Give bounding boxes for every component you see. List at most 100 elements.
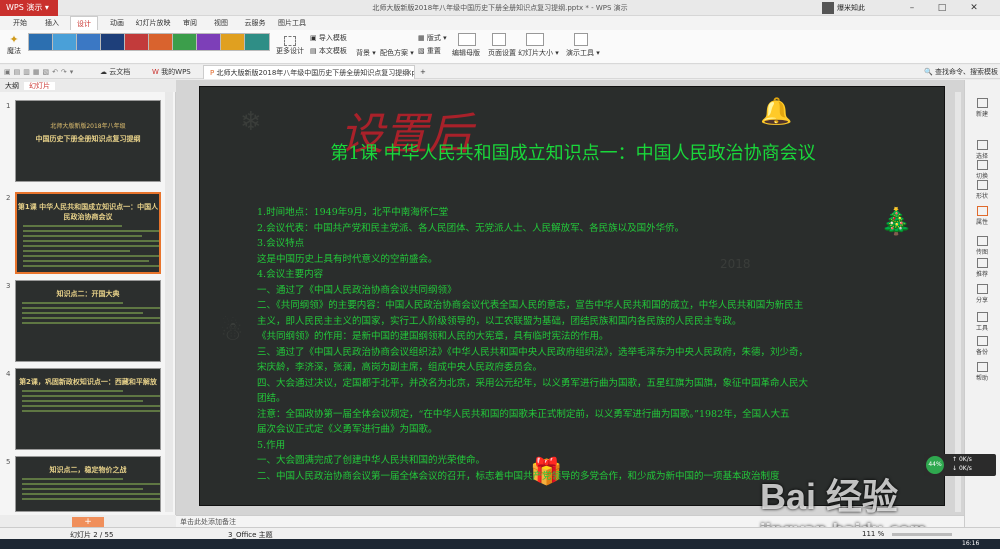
tool-label: 分享 [975,297,988,304]
right-tool-6[interactable]: 传图 [968,236,996,256]
maximize-icon[interactable]: □ [930,0,954,16]
panel-tabs: 大纲 幻灯片 [0,80,176,92]
slide-thumbnail[interactable]: 第1课 中华人民共和国成立知识点一：中国人民政治协商会议 [15,192,161,274]
tab-6[interactable]: 审阅 [176,16,204,30]
avatar [822,2,834,14]
clock: 16:16 [962,540,980,547]
right-tool-7[interactable]: 推荐 [968,258,996,278]
reset-button[interactable]: ▧ 重置 [418,46,441,56]
tool-icon [976,236,988,246]
slide-thumbnail[interactable]: 知识点二，稳定物价之战 [15,456,161,512]
slide-size-button[interactable]: 幻灯片大小 ▾ [518,48,559,58]
tab-5[interactable]: 幻灯片放映 [134,16,172,30]
tool-label: 工具 [975,325,988,332]
tab-2[interactable]: 插入 [38,16,66,30]
new-tab-button[interactable]: + [420,65,426,79]
body-line: 二、《共同纲领》的主要内容：中国人民政治协商会议代表全国人民的意志，宣告中华人民… [257,300,804,311]
edit-master-button[interactable]: 编辑母版 [452,48,480,58]
magic-button[interactable]: ✦ 魔法 [6,34,22,56]
background-button[interactable]: 背景 ▾ [356,48,376,58]
right-tool-1[interactable]: 新建 [968,98,996,118]
design-theme-thumbnail[interactable] [28,33,54,51]
cloud-docs-tab[interactable]: ☁ 云文档 [100,65,130,79]
edit-master-icon [458,33,476,46]
window-title: 北师大版新版2018年八年级中国历史下册全册知识点复习提纲.pptx * - W… [372,4,628,12]
right-tool-9[interactable]: 工具 [968,312,996,332]
tab-9[interactable]: 图片工具 [276,16,308,30]
thumbnail-text-line [23,225,123,227]
add-slide-button[interactable]: + [72,517,104,527]
cloud-label: 云文档 [109,68,131,76]
slides-tab[interactable]: 幻灯片 [24,82,55,90]
thumbnail-text-line [22,395,160,397]
right-tool-5[interactable]: 属性 [968,206,996,226]
design-theme-thumbnail[interactable] [148,33,174,51]
tab-7[interactable]: 视图 [208,16,234,30]
tool-icon [976,98,988,108]
design-theme-thumbnail[interactable] [52,33,78,51]
text-template-button[interactable]: ▤ 本文模板 [310,46,347,56]
document-tab[interactable]: P 北师大版新版2018年八年级中国历史下册全册知识点复习提纲.pptx [203,65,415,79]
zoom-level[interactable]: 111 % [862,530,884,538]
tab-3[interactable]: 设计 [70,16,98,30]
design-theme-thumbnail[interactable] [76,33,102,51]
thumbnail-title: 知识点二，稳定物价之战 [49,466,127,474]
tab-4[interactable]: 动画 [104,16,130,30]
close-doc-tab-icon[interactable]: ✕ [406,66,412,80]
design-theme-thumbnail[interactable] [244,33,270,51]
slide-thumbnail[interactable]: 知识点二：开国大典 [15,280,161,362]
wps-app-menu-button[interactable]: WPS 演示 ▾ [0,0,58,16]
design-theme-thumbnail[interactable] [100,33,126,51]
pptx-icon: P [210,69,215,77]
design-theme-thumbnail[interactable] [220,33,246,51]
tool-label: 属性 [975,219,988,226]
layout-button[interactable]: ▦ 版式 ▾ [418,33,447,43]
snowflake-decoration-icon: ❄ [240,107,262,137]
text-template-label: 本文模板 [318,47,347,55]
canvas-scrollbar[interactable] [955,92,961,512]
presentation-tools-label: 演示工具 [566,49,594,57]
more-design-button[interactable]: 更多设计 [276,36,304,56]
thumbnail-text-line [23,255,159,257]
presentation-tools-button[interactable]: 演示工具 ▾ [566,48,600,58]
body-line: 四、大会通过决议，定国都于北平，并改名为北京，采用公元纪年，以义勇军进行曲为国歌… [257,377,809,389]
design-theme-thumbnail[interactable] [172,33,198,51]
tool-icon [976,336,988,346]
slide-body-text[interactable]: 1.时间地点：1949年9月，北平中南海怀仁堂 2.会议代表：中国共产党和民主党派… [257,205,919,484]
close-icon[interactable]: ✕ [962,0,986,16]
document-tab-label: 北师大版新版2018年八年级中国历史下册全册知识点复习提纲.pptx [216,69,415,77]
command-search-input[interactable]: 🔍 查找命令、搜索模板 [924,65,1000,79]
tool-label: 新建 [975,111,988,118]
thumbnail-subtitle: 中国历史下册全册知识点复习提纲 [35,135,141,143]
tab-8[interactable]: 云服务 [238,16,272,30]
right-tool-10[interactable]: 备份 [968,336,996,356]
upload-speed: ↑ 0K/s [952,456,972,463]
import-template-button[interactable]: ▣ 导入模板 [310,33,347,43]
color-scheme-button[interactable]: 配色方案 ▾ [380,48,414,58]
right-tool-2[interactable]: 选择 [968,140,996,160]
zoom-slider[interactable] [892,533,952,536]
outline-tab[interactable]: 大纲 [0,82,24,90]
slide[interactable]: ❄ 🔔 🎄 ☃ 🎁 2018 设置后 第1课 中华人民共和国成立知识点一：中国人… [199,86,945,506]
slide-thumbnail[interactable]: 北师大版新版2018年八年级 中国历史下册全册知识点复习提纲 [15,100,161,182]
design-theme-thumbnail[interactable] [196,33,222,51]
tool-icon [976,206,988,216]
search-placeholder: 查找命令、搜索模板 [934,68,998,76]
thumbnail-scrollbar[interactable] [165,92,173,512]
right-tool-8[interactable]: 分享 [968,284,996,304]
slide-thumbnail[interactable]: 第2课，巩固新政权知识点一：西藏和平解放 [15,368,161,450]
thumbnail-text-line [22,483,160,485]
quick-access-icons[interactable]: ▣▤▥▦▧↶↷▾ [4,65,76,79]
user-account[interactable]: 爆米知此 [822,1,882,15]
page-setup-button[interactable]: 页面设置 [488,48,516,58]
tab-1[interactable]: 开始 [6,16,34,30]
right-tool-11[interactable]: 帮助 [968,362,996,382]
design-theme-thumbnail[interactable] [124,33,150,51]
minimize-icon[interactable]: – [900,0,924,16]
body-line: 这是中国历史上具有时代意义的空前盛会。 [257,253,438,265]
body-line: 4.会议主要内容 [257,269,324,280]
my-wps-tab[interactable]: W 我的WPS [152,65,191,79]
right-tool-3[interactable]: 切换 [968,160,996,180]
right-tool-4[interactable]: 形状 [968,180,996,200]
slide-number: 5 [6,458,11,466]
